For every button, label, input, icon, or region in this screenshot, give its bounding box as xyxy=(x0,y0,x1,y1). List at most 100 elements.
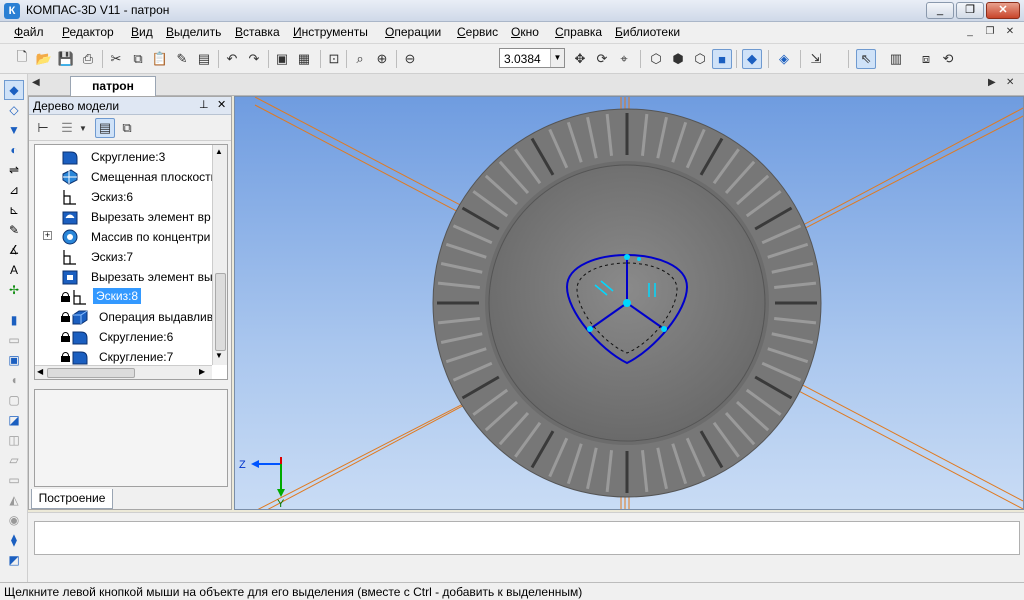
zoom-fit-icon[interactable]: ⊡ xyxy=(324,49,344,69)
table-icon[interactable]: ▦ xyxy=(294,49,314,69)
pin-icon[interactable]: ⊥ xyxy=(199,98,209,111)
menu-operations[interactable]: Операции xyxy=(385,25,441,39)
tree-item[interactable]: Смещенная плоскость xyxy=(35,167,217,187)
tab-close-icon[interactable]: ✕ xyxy=(1006,77,1014,88)
fillet-op-icon[interactable]: ◪ xyxy=(4,410,24,430)
arrays-icon[interactable]: ◐ xyxy=(4,140,24,160)
tree-item[interactable]: Скругление:7 xyxy=(35,347,211,367)
redraw-icon[interactable]: ⟲ xyxy=(938,49,958,69)
thread-op-icon[interactable]: ⧫ xyxy=(4,530,24,550)
rotate-icon[interactable]: ⟳ xyxy=(592,49,612,69)
spatial-curves-icon[interactable]: ◇ xyxy=(4,100,24,120)
tree-sort-icon[interactable]: ⧉ xyxy=(117,118,137,138)
tree-item[interactable]: Операция выдавлив xyxy=(35,307,213,327)
zoom-out-icon[interactable]: ⊖ xyxy=(400,49,420,69)
loft-op-icon[interactable]: ◖ xyxy=(4,370,24,390)
tree-item[interactable]: Вырезать элемент вы xyxy=(35,267,213,287)
tab-patron[interactable]: патрон xyxy=(70,76,156,96)
chevron-down-icon[interactable]: ▼ xyxy=(550,49,564,67)
model-viewport[interactable]: Z Y xyxy=(234,96,1024,510)
tree-list-icon[interactable]: ▤ xyxy=(95,118,115,138)
menu-window[interactable]: Окно xyxy=(511,25,539,39)
filter-icon[interactable]: ⇲ xyxy=(806,49,826,69)
chamfer-op-icon[interactable]: ◫ xyxy=(4,430,24,450)
hidden-lines-icon[interactable]: ⬢ xyxy=(668,49,688,69)
section-op-icon[interactable]: ◩ xyxy=(4,550,24,570)
tab-scroll-left-icon[interactable]: ◀ xyxy=(32,77,40,88)
expand-icon[interactable]: + xyxy=(43,231,52,240)
editing-part-icon[interactable]: ◆ xyxy=(4,80,24,100)
pan-icon[interactable]: ✥ xyxy=(570,49,590,69)
menu-file[interactable]: Файл xyxy=(14,25,44,39)
menu-service[interactable]: Сервис xyxy=(457,25,498,39)
new-document-icon[interactable]: 🗋 xyxy=(12,49,32,69)
undo-icon[interactable]: ↶ xyxy=(222,49,242,69)
menu-select[interactable]: Выделить xyxy=(166,25,221,39)
save-icon[interactable]: 💾 xyxy=(56,49,76,69)
tree-item[interactable]: Эскиз:8 xyxy=(35,287,211,307)
hole-op-icon[interactable]: ◉ xyxy=(4,510,24,530)
tree-item[interactable]: + Массив по концентри xyxy=(35,227,211,247)
tree-close-icon[interactable]: ✕ xyxy=(217,98,226,111)
close-button[interactable]: ✕ xyxy=(986,2,1020,19)
tree-vertical-scrollbar[interactable]: ▲ ▼ xyxy=(212,145,227,365)
open-folder-icon[interactable]: 📂 xyxy=(34,49,54,69)
sheet-metal-icon[interactable]: ✎ xyxy=(4,220,24,240)
dimensions-icon[interactable]: ⊿ xyxy=(4,180,24,200)
menu-help[interactable]: Справка xyxy=(555,25,602,39)
menu-libraries[interactable]: Библиотеки xyxy=(615,25,680,39)
tree-item[interactable]: Скругление:6 xyxy=(35,327,211,347)
kinematic-op-icon[interactable]: ▣ xyxy=(4,350,24,370)
rotate-op-icon[interactable]: ▭ xyxy=(4,330,24,350)
redo-icon[interactable]: ↷ xyxy=(244,49,264,69)
menu-tools[interactable]: Инструменты xyxy=(293,25,368,39)
shell-op-icon[interactable]: ▱ xyxy=(4,450,24,470)
tree-item[interactable]: Вырезать элемент вр xyxy=(35,207,211,227)
parametrization-icon[interactable]: ∡ xyxy=(4,240,24,260)
command-line[interactable] xyxy=(34,521,1020,555)
zoom-scale-field[interactable]: 3.0384 ▼ xyxy=(499,48,565,68)
manager-icon[interactable]: ▣ xyxy=(272,49,292,69)
tree-item[interactable]: Эскиз:7 xyxy=(35,247,211,267)
surfaces-icon[interactable]: ▼ xyxy=(4,120,24,140)
tree-item[interactable]: Скругление:3 xyxy=(35,147,211,167)
tangent-edges-icon[interactable]: ⬡ xyxy=(690,49,710,69)
chevron-down-icon[interactable]: ▼ xyxy=(73,118,93,138)
extrude-op-icon[interactable]: ▮ xyxy=(4,310,24,330)
cut-icon[interactable]: ✂ xyxy=(106,49,126,69)
library-icon[interactable]: ▤ xyxy=(194,49,214,69)
print-icon[interactable]: ⎙ xyxy=(78,49,98,69)
shaded-edges-icon[interactable]: ◆ xyxy=(742,49,762,69)
mdi-close-button[interactable]: ✕ xyxy=(1002,24,1018,40)
maximize-button[interactable]: ❐ xyxy=(956,2,984,19)
rib-op-icon[interactable]: ▭ xyxy=(4,470,24,490)
draft-op-icon[interactable]: ◭ xyxy=(4,490,24,510)
zoom-window-icon[interactable]: ⌕ xyxy=(350,49,370,69)
menu-insert[interactable]: Вставка xyxy=(235,25,280,39)
variables-icon[interactable]: ⧈ xyxy=(916,49,936,69)
library-manager-icon[interactable]: ▥ xyxy=(886,49,906,69)
shaded-icon[interactable]: ■ xyxy=(712,49,732,69)
select-icon[interactable]: ⇖ xyxy=(856,49,876,69)
tree-structure-icon[interactable]: ⊢ xyxy=(33,118,53,138)
tree-item[interactable]: Эскиз:6 xyxy=(35,187,211,207)
tree-horizontal-scrollbar[interactable]: ◀ ▶ xyxy=(35,365,212,379)
mdi-minimize-button[interactable]: _ xyxy=(962,24,978,40)
tab-construction[interactable]: Построение xyxy=(31,489,113,509)
zoom-in-icon[interactable]: ⊕ xyxy=(372,49,392,69)
cut-op-icon[interactable]: ▢ xyxy=(4,390,24,410)
auxiliary-geometry-icon[interactable]: ⇌ xyxy=(4,160,24,180)
symbols-icon[interactable]: A xyxy=(4,260,24,280)
measure-icon[interactable]: ⊾ xyxy=(4,200,24,220)
properties-icon[interactable]: ✎ xyxy=(172,49,192,69)
mdi-restore-button[interactable]: ❐ xyxy=(982,24,998,40)
orientation-icon[interactable]: ⌖ xyxy=(614,49,634,69)
tab-scroll-right-icon[interactable]: ▶ xyxy=(988,77,996,88)
menu-view[interactable]: Вид xyxy=(131,25,153,39)
paste-icon[interactable]: 📋 xyxy=(150,49,170,69)
copy-icon[interactable]: ⧉ xyxy=(128,49,148,69)
wireframe-icon[interactable]: ⬡ xyxy=(646,49,666,69)
constraints-icon[interactable]: ✢ xyxy=(4,280,24,300)
menu-editor[interactable]: Редактор xyxy=(62,25,114,39)
minimize-button[interactable]: _ xyxy=(926,2,954,19)
